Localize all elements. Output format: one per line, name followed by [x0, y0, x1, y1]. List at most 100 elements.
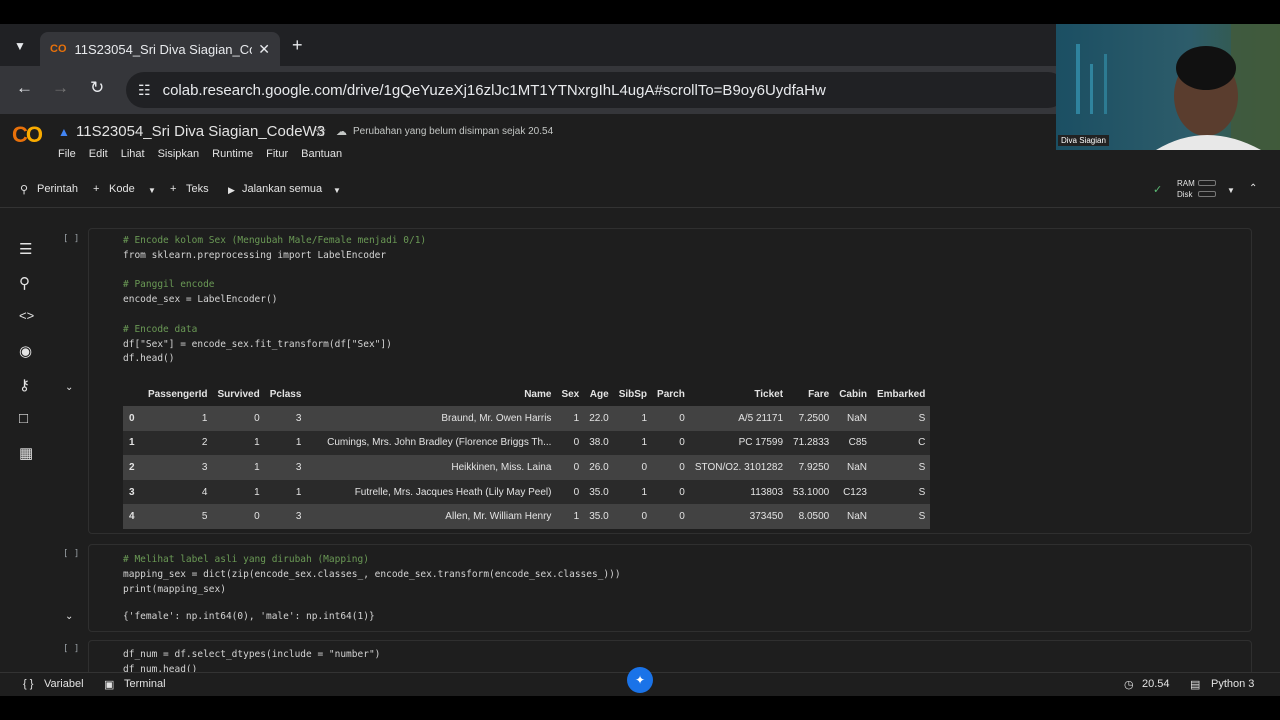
table-cell: 7.9250: [788, 455, 835, 480]
menu-tools[interactable]: Fitur: [266, 148, 288, 160]
forward-arrow-icon[interactable]: →: [52, 78, 69, 98]
table-cell: 35.0: [584, 479, 614, 505]
code-cell-1-source[interactable]: # Encode kolom Sex (Mengubah Male/Female…: [123, 234, 426, 367]
find-replace-icon[interactable]: ⚲: [19, 274, 30, 292]
table-cell: 1: [613, 406, 653, 431]
table-cell: 3: [264, 455, 307, 480]
code-line: df_num.head(): [123, 663, 198, 672]
table-cell: 0: [613, 504, 653, 529]
run-all-dropdown-icon[interactable]: ▼: [333, 186, 341, 195]
menu-edit[interactable]: Edit: [89, 148, 108, 160]
collapse-header-icon[interactable]: ⌃: [1249, 183, 1257, 194]
disk-bar: [1198, 191, 1216, 197]
secrets-eye-icon[interactable]: ◉: [19, 342, 32, 360]
participant-name: Diva Siagian: [1058, 135, 1109, 146]
menu-runtime[interactable]: Runtime: [212, 148, 253, 160]
close-tab-icon[interactable]: ✕: [258, 41, 270, 58]
search-icon[interactable]: ⚲: [20, 183, 28, 196]
code-line: df.head(): [123, 353, 175, 365]
row-index: 2: [123, 455, 143, 480]
code-line: # Encode kolom Sex (Mengubah Male/Female…: [123, 235, 427, 246]
screen: ▼ CO 11S23054_Sri Diva Siagian_Code ✕ + …: [0, 0, 1280, 720]
url-text: colab.research.google.com/drive/1gQeYuze…: [162, 81, 826, 99]
left-sidebar: ☰ ⚲ <> ◉ ⚷ □ ▦: [0, 208, 56, 672]
last-run-time[interactable]: 20.54: [1142, 678, 1170, 690]
clock-icon: ◷: [1124, 679, 1134, 691]
table-cell: Braund, Mr. Owen Harris: [306, 406, 557, 431]
menu-file[interactable]: File: [58, 148, 76, 160]
back-arrow-icon[interactable]: ←: [16, 78, 33, 98]
code-snippets-icon[interactable]: <>: [19, 308, 34, 323]
tab-search-button[interactable]: ▼: [8, 34, 32, 58]
table-cell: 1: [556, 504, 585, 529]
table-cell: Cumings, Mrs. John Bradley (Florence Bri…: [306, 430, 557, 456]
table-cell: 1: [212, 455, 265, 480]
kernel-label[interactable]: Python 3: [1211, 678, 1254, 690]
menu-help[interactable]: Bantuan: [301, 148, 342, 160]
table-cell: S: [871, 406, 931, 431]
table-cell: 1: [212, 479, 265, 505]
run-cell-2-button[interactable]: [ ]: [63, 549, 79, 559]
variables-icon[interactable]: { }: [23, 678, 33, 690]
column-header: Sex: [556, 382, 585, 406]
terminal-icon[interactable]: ▣: [104, 678, 114, 691]
key-icon[interactable]: ⚷: [19, 376, 30, 394]
table-row: 1 2 1 1 Cumings, Mrs. John Bradley (Florence…: [123, 430, 931, 456]
table-cell: 4: [143, 479, 213, 505]
colab-logo[interactable]: CO: [12, 122, 43, 148]
table-cell: 0: [556, 455, 585, 480]
column-header: Pclass: [264, 382, 307, 406]
table-of-contents-icon[interactable]: ☰: [19, 240, 32, 258]
variables-button[interactable]: Variabel: [44, 678, 84, 690]
terminal-button[interactable]: Terminal: [124, 678, 166, 690]
menu-view[interactable]: Lihat: [121, 148, 145, 160]
collapse-output-chevron-icon[interactable]: ⌄: [65, 611, 73, 622]
colab-favicon-icon: CO: [50, 43, 67, 55]
collapse-output-chevron-icon[interactable]: ⌄: [65, 382, 73, 393]
drive-icon: ▲: [58, 125, 70, 139]
code-dropdown-icon[interactable]: ▼: [148, 186, 156, 195]
command-button[interactable]: Perintah: [37, 183, 78, 195]
site-info-icon[interactable]: ☷: [138, 82, 151, 99]
play-icon[interactable]: ▶: [228, 185, 235, 196]
tab-title: 11S23054_Sri Diva Siagian_Code: [74, 41, 253, 57]
table-cell: Allen, Mr. William Henry: [306, 504, 557, 529]
connected-check-icon: ✓: [1153, 184, 1163, 196]
data-table-icon[interactable]: ▦: [19, 444, 33, 462]
star-icon[interactable]: ☆: [314, 123, 327, 140]
table-cell: Futrelle, Mrs. Jacques Heath (Lily May P…: [306, 479, 557, 505]
resource-monitor[interactable]: RAM Disk: [1177, 178, 1195, 200]
runtime-dropdown-icon[interactable]: ▼: [1227, 186, 1235, 195]
column-header: Cabin: [834, 382, 872, 406]
code-line: from sklearn.preprocessing import LabelE…: [123, 249, 387, 261]
unsaved-status[interactable]: Perubahan yang belum disimpan sejak 20.5…: [353, 126, 553, 137]
browser-tab[interactable]: CO 11S23054_Sri Diva Siagian_Code ✕: [40, 32, 280, 66]
table-cell: 0: [556, 430, 585, 456]
code-line: print(mapping_sex): [123, 583, 226, 595]
menu-insert[interactable]: Sisipkan: [158, 148, 200, 160]
table-cell: 1: [613, 479, 653, 505]
gemini-button[interactable]: ✦: [627, 667, 653, 693]
table-cell: 3: [143, 455, 213, 480]
notebook-title[interactable]: 11S23054_Sri Diva Siagian_CodeW3: [76, 123, 325, 140]
code-cell-2-source[interactable]: # Melihat label asli yang dirubah (Mappi…: [123, 553, 621, 597]
table-row: 3 4 1 1 Futrelle, Mrs. Jacques Heath (Lily M…: [123, 479, 931, 505]
add-text-plus-icon[interactable]: +: [170, 183, 176, 195]
add-text-button[interactable]: Teks: [186, 183, 209, 195]
column-header: PassengerId: [143, 382, 213, 406]
menu-bar: File Edit Lihat Sisipkan Runtime Fitur B…: [58, 148, 342, 160]
run-cell-1-button[interactable]: [ ]: [63, 234, 79, 244]
table-cell: C123: [834, 479, 872, 505]
add-code-button[interactable]: Kode: [109, 183, 135, 195]
run-cell-3-button[interactable]: [ ]: [63, 644, 79, 654]
code-line: df_num = df.select_dtypes(include = "num…: [123, 649, 381, 660]
table-cell: A/5 21171: [689, 406, 789, 431]
address-bar[interactable]: ☷ colab.research.google.com/drive/1gQeYu…: [126, 72, 1066, 108]
code-cell-3-source[interactable]: df_num = df.select_dtypes(include = "num…: [123, 648, 380, 672]
files-folder-icon[interactable]: □: [19, 410, 28, 427]
run-all-button[interactable]: Jalankan semua: [242, 183, 322, 195]
table-row: 0 1 0 3 Braund, Mr. Owen Harris 1 22.0 1 0 A/5 21…: [123, 406, 931, 431]
add-code-plus-icon[interactable]: +: [93, 183, 99, 195]
reload-icon[interactable]: ↻: [90, 78, 104, 98]
new-tab-button[interactable]: +: [292, 35, 303, 56]
